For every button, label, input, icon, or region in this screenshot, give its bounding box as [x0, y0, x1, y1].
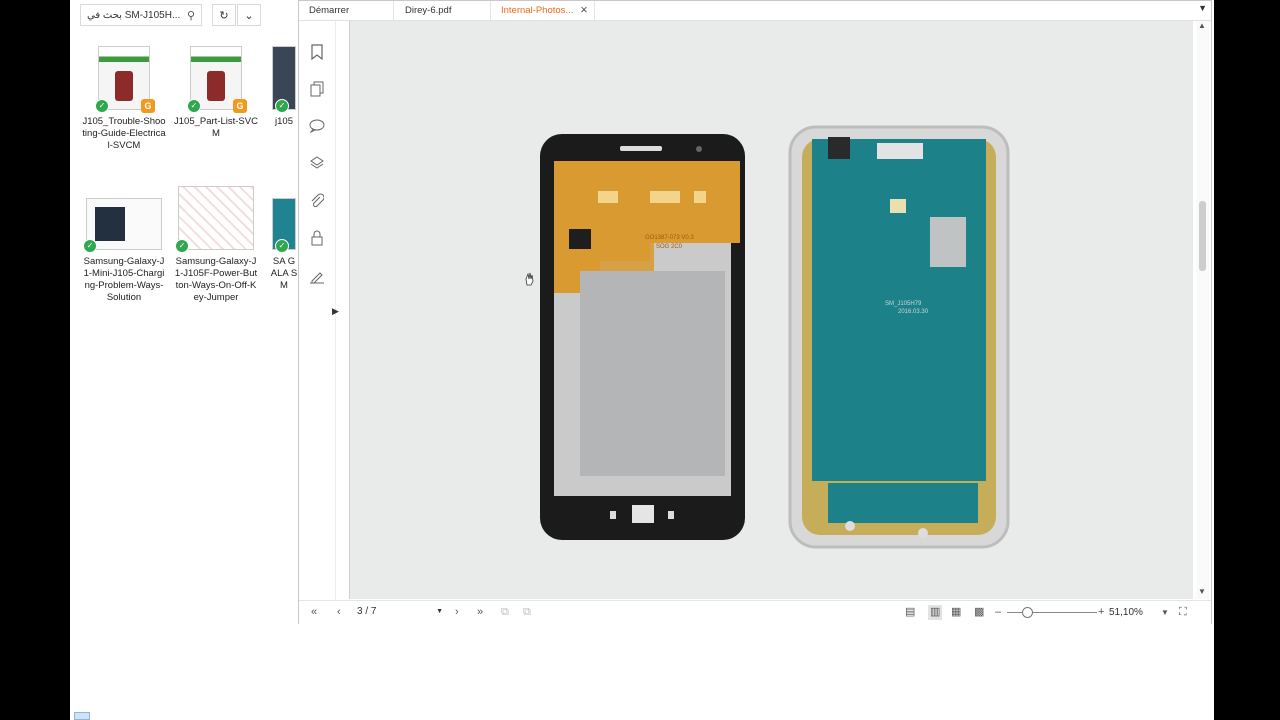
zoom-in-icon[interactable]: + — [1098, 605, 1104, 620]
sync-check-icon: ✓ — [83, 239, 97, 253]
refresh-icon: ↻ — [219, 9, 229, 22]
sync-check-icon: ✓ — [275, 99, 289, 113]
view-mode-icon[interactable]: ⧉ — [501, 605, 509, 620]
pages-icon — [310, 81, 324, 97]
scroll-thumb[interactable] — [1199, 201, 1206, 271]
file-explorer: بحث في SM-J105H... ⚲ ↻ ⌄ ✓ G J105_Troubl… — [70, 0, 298, 720]
grid-page-icon[interactable]: ▩ — [974, 605, 984, 620]
file-thumbnail: ✓ G — [187, 46, 247, 113]
background-area — [298, 624, 1214, 720]
paperclip-icon — [311, 193, 324, 208]
scroll-up-icon[interactable]: ▲ — [1198, 21, 1206, 30]
file-name: j105 — [275, 116, 293, 127]
refresh-button[interactable]: ↻ — [212, 4, 236, 26]
file-thumbnail: ✓ — [175, 186, 254, 253]
layers-icon — [310, 156, 324, 169]
tab-list-dropdown-icon[interactable]: ▼ — [1198, 3, 1207, 13]
chevron-down-icon: ▼ — [436, 608, 443, 615]
hand-cursor-icon — [525, 272, 534, 286]
signature-button[interactable] — [307, 266, 327, 286]
search-icon: ⚲ — [186, 9, 195, 22]
last-page-icon[interactable]: » — [477, 605, 483, 620]
first-page-icon[interactable]: « — [311, 605, 317, 620]
file-item[interactable]: ✓ G J105_Trouble-Shooting-Guide-Electric… — [82, 46, 166, 152]
app-badge-icon: G — [233, 99, 247, 113]
vertical-scrollbar[interactable]: ▲ ▼ — [1196, 21, 1210, 599]
file-name: Samsung-Galaxy-J1-Mini-J105-Charging-Pro… — [83, 256, 165, 303]
file-name: Samsung-Galaxy-J1-J105F-Power-Button-Way… — [174, 256, 258, 303]
zoom-slider-knob[interactable] — [1022, 607, 1033, 618]
signature-icon — [310, 272, 324, 284]
zoom-out-icon[interactable]: – — [995, 605, 1001, 620]
comments-button[interactable] — [307, 116, 327, 136]
app-badge-icon: G — [141, 99, 155, 113]
sync-check-icon: ✓ — [95, 99, 109, 113]
status-bar: « ‹ 3 / 7 ▼ › » ⧉ ⧉ ▤ ▥ ▦ ▩ – + 51,10% ▼… — [299, 600, 1211, 624]
continuous-page-icon[interactable]: ▥ — [928, 605, 943, 620]
file-thumbnail: ✓ — [272, 46, 296, 113]
tab-direy-pdf[interactable]: Direy-6.pdf — [395, 1, 491, 20]
file-item[interactable]: ✓ Samsung-Galaxy-J1-Mini-J105-Charging-P… — [82, 198, 166, 304]
tab-label: Direy-6.pdf — [405, 5, 452, 16]
search-input[interactable]: بحث في SM-J105H... — [87, 10, 187, 21]
file-thumbnail: ✓ G — [95, 46, 155, 113]
attachments-button[interactable] — [307, 191, 327, 211]
facing-page-icon[interactable]: ▦ — [951, 605, 961, 620]
tab-internal-photos[interactable]: Internal-Photos... ✕ — [491, 1, 595, 20]
expand-sidebar-icon[interactable]: ▶ — [332, 306, 339, 317]
phone-rear-housing: SM_J105H79 2016.03.30 — [788, 125, 1010, 549]
tab-start[interactable]: Démarrer — [299, 1, 394, 20]
security-button[interactable] — [307, 228, 327, 248]
bookmark-button[interactable] — [307, 42, 327, 62]
pcb-print-text: SM_J105H79 — [885, 301, 922, 307]
page-number-field[interactable]: 3 / 7 ▼ — [353, 604, 445, 620]
sync-check-icon: ✓ — [187, 99, 201, 113]
comment-icon — [309, 119, 325, 133]
prev-page-icon[interactable]: ‹ — [337, 605, 341, 620]
phone-front-frame: GO1387-073 V0.3 SOG 2C0 — [540, 134, 745, 540]
flex-print-text: SOG 2C0 — [656, 244, 683, 250]
zoom-value[interactable]: 51,10% — [1109, 605, 1143, 620]
pdf-sidebar — [299, 21, 336, 601]
file-name: SA GALA SM — [270, 256, 298, 291]
document-viewer[interactable]: GO1387-073 V0.3 SOG 2C0 SM_J105H79 2016.… — [349, 21, 1193, 599]
single-page-icon[interactable]: ▤ — [905, 605, 915, 620]
file-name: J105_Trouble-Shooting-Guide-Electrical-S… — [82, 116, 166, 151]
pcb-print-text: 2016.03.30 — [898, 309, 929, 315]
tab-label: Démarrer — [309, 5, 350, 16]
fullscreen-icon[interactable]: ⛶ — [1179, 605, 1187, 620]
flex-print-text: GO1387-073 V0.3 — [645, 235, 694, 241]
lock-icon — [311, 230, 323, 246]
sync-check-icon: ✓ — [275, 239, 289, 253]
file-thumbnail: ✓ — [272, 198, 296, 253]
next-page-icon[interactable]: › — [455, 605, 459, 620]
page-indicator: 3 / 7 — [357, 606, 377, 617]
close-icon[interactable]: ✕ — [580, 1, 588, 20]
zoom-slider-track[interactable] — [1007, 612, 1097, 613]
tab-bar: Démarrer Direy-6.pdf Internal-Photos... … — [299, 1, 1211, 21]
layers-button[interactable] — [307, 153, 327, 173]
tab-label: Internal-Photos... — [501, 5, 574, 16]
zoom-dropdown-icon[interactable]: ▼ — [1161, 605, 1169, 620]
window-edge — [1212, 0, 1214, 720]
pages-button[interactable] — [307, 79, 327, 99]
page-photo: GO1387-073 V0.3 SOG 2C0 SM_J105H79 2016.… — [525, 125, 1010, 549]
view-mode-icon[interactable]: ⧉ — [523, 605, 531, 620]
file-name: J105_Part-List-SVCM — [174, 116, 258, 139]
file-thumbnail: ✓ — [83, 198, 162, 253]
file-item[interactable]: ✓ G J105_Part-List-SVCM — [174, 46, 258, 140]
pdf-viewer-window: Démarrer Direy-6.pdf Internal-Photos... … — [298, 0, 1212, 624]
search-box[interactable]: بحث في SM-J105H... ⚲ — [80, 4, 202, 26]
taskbar-icon[interactable] — [74, 712, 90, 720]
file-item[interactable]: ✓ j105 — [270, 46, 298, 128]
chevron-down-icon: ⌄ — [244, 9, 254, 22]
sync-check-icon: ✓ — [175, 239, 189, 253]
bookmark-icon — [311, 44, 323, 60]
file-item[interactable]: ✓ SA GALA SM — [270, 198, 298, 292]
scroll-down-icon[interactable]: ▼ — [1198, 587, 1206, 596]
dropdown-button[interactable]: ⌄ — [237, 4, 261, 26]
file-item[interactable]: ✓ Samsung-Galaxy-J1-J105F-Power-Button-W… — [174, 186, 258, 304]
